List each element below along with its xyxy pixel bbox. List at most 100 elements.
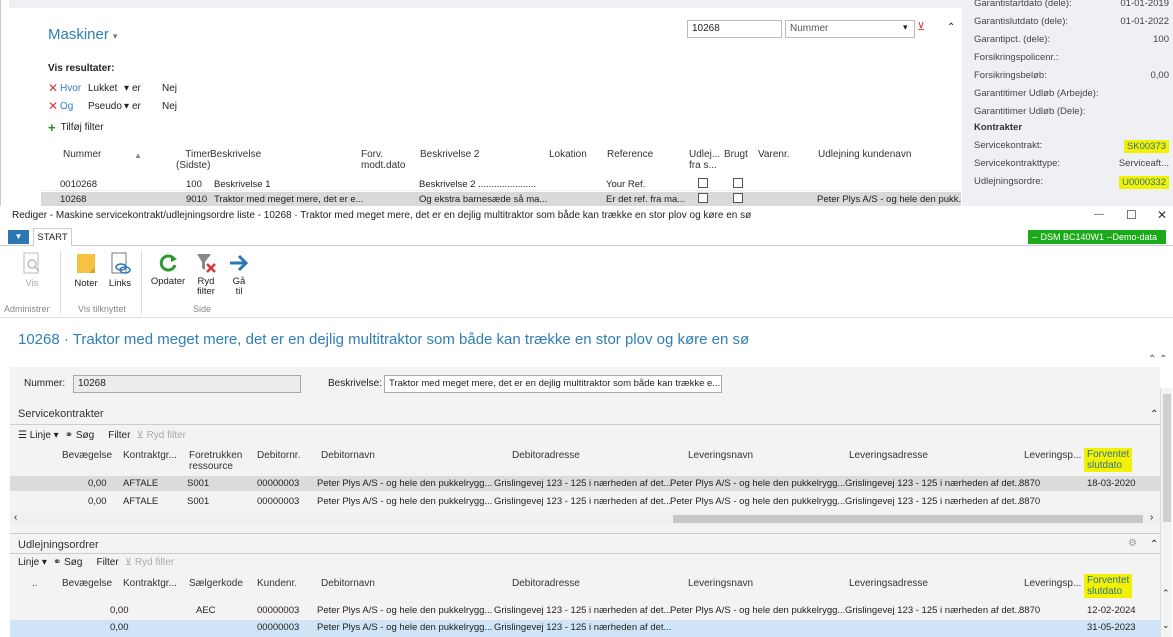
col-header-bevaegelse[interactable]: Bevægelse — [62, 450, 112, 461]
col-header-leveringsp[interactable]: Leveringsp... — [1024, 450, 1081, 461]
checkbox-brugt[interactable] — [733, 178, 743, 188]
scroll-up-icon[interactable]: ⌃ — [1162, 588, 1170, 599]
maximize-button[interactable]: ☐ — [1126, 208, 1137, 222]
search-field-select[interactable]: Nummer — [785, 20, 915, 38]
ga-til-button[interactable]: Gå til — [226, 252, 252, 297]
col-header-debitornavn[interactable]: Debitornavn — [321, 450, 375, 461]
servicekontrakter-title[interactable]: Servicekontrakter — [18, 408, 104, 420]
table-row[interactable]: 0010268 100 Beskrivelse 1 Beskrivelse 2 … — [41, 177, 961, 191]
cell-debitornr: 00000003 — [257, 496, 300, 507]
factbox-key: Forsikringspolicenr.: — [974, 52, 1059, 63]
filter-field[interactable]: Lukket — [88, 83, 124, 94]
col-header-udlejet[interactable]: Udlej... fra s... — [689, 149, 720, 171]
collapse-icon[interactable]: ⌃ — [947, 22, 955, 33]
list-title[interactable]: Maskiner ▾ — [48, 26, 117, 43]
col-header-debitoradresse[interactable]: Debitoradresse — [512, 578, 580, 589]
col-header-lokation[interactable]: Lokation — [549, 149, 587, 160]
scrollbar-thumb[interactable] — [1163, 394, 1171, 522]
ryd-filter-button[interactable]: Ryd filter — [192, 252, 220, 297]
opdater-button[interactable]: Opdater — [148, 252, 188, 287]
filter-value[interactable]: Nej — [162, 101, 177, 112]
col-header-beskrivelse2[interactable]: Beskrivelse 2 — [420, 149, 479, 160]
scroll-right-icon[interactable]: › — [1150, 512, 1153, 523]
collapse-icon[interactable]: ⌃ — [1150, 409, 1158, 420]
col-header-nummer[interactable]: Nummer — [63, 149, 101, 160]
col-header-debitoradresse[interactable]: Debitoradresse — [512, 450, 580, 461]
col-header-saelgerkode[interactable]: Sælgerkode — [189, 578, 243, 589]
col-header-leveringsadresse[interactable]: Leveringsadresse — [849, 450, 928, 461]
chevron-down-icon[interactable]: ▾ — [903, 22, 908, 33]
arrow-right-icon — [230, 254, 249, 272]
cell-beskrivelse2: Og ekstra barnesæde så ma... — [419, 194, 548, 205]
table-row-selected[interactable]: 10268 9010 Traktor med meget mere, det e… — [41, 192, 966, 206]
col-header-forventet-slutdato[interactable]: Forventet slutdato — [1084, 574, 1133, 598]
col-header-foretrukken[interactable]: Foretrukken ressource — [189, 450, 242, 472]
clear-filter-icon[interactable]: ⊻ — [917, 20, 925, 33]
tab-start[interactable]: START — [33, 228, 72, 247]
ryd-filter-button[interactable]: ⊻ Ryd filter — [125, 557, 175, 568]
col-header-leveringsnavn[interactable]: Leveringsnavn — [688, 578, 753, 589]
linje-button[interactable]: ☰ Linje ▾ — [18, 430, 59, 441]
chevron-down-icon[interactable]: ▾ — [124, 101, 132, 112]
col-header-leveringsp[interactable]: Leveringsp... — [1024, 578, 1081, 589]
ryd-filter-button[interactable]: ⊻ Ryd filter — [136, 430, 186, 441]
col-header-forventet-slutdato[interactable]: Forventet slutdato — [1084, 448, 1133, 472]
col-header-kontraktgr[interactable]: Kontraktgr... — [123, 450, 177, 461]
col-header-bevaegelse[interactable]: Bevægelse — [62, 578, 112, 589]
remove-filter-icon[interactable]: ✕ — [48, 99, 60, 113]
checkbox-udlejet[interactable] — [698, 193, 708, 203]
col-header-udlejning-kundenavn[interactable]: Udlejning kundenavn — [818, 149, 911, 160]
search-input[interactable]: 10268 — [687, 20, 782, 38]
sog-button[interactable]: ⚭ Søg — [65, 430, 95, 441]
add-filter-button[interactable]: + Tilføj filter — [48, 120, 104, 135]
col-header-kundenr[interactable]: Kundenr. — [257, 578, 297, 589]
col-header-timer[interactable]: Timer (Sidste) — [176, 149, 210, 171]
scroll-left-icon[interactable]: ‹ — [14, 512, 17, 523]
links-button[interactable]: Links — [106, 252, 134, 289]
col-header-varenr[interactable]: Varenr. — [758, 149, 790, 160]
settings-icon[interactable]: ⚙ — [1128, 538, 1137, 549]
minimize-button[interactable]: — — [1094, 209, 1104, 220]
servicekontrakt-link[interactable]: SK00373 — [1123, 140, 1169, 153]
col-header-reference[interactable]: Reference — [607, 149, 653, 160]
col-header-forv[interactable]: Forv. modt.dato — [361, 149, 405, 171]
vis-button[interactable]: Vis — [18, 252, 46, 289]
chevron-down-icon[interactable]: ▾ — [113, 31, 118, 41]
udlejningsordre-link[interactable]: U0000332 — [1119, 176, 1169, 189]
filter-button[interactable]: Filter — [96, 557, 118, 568]
col-header-debitornr[interactable]: Debitornr. — [257, 450, 300, 461]
filter-field[interactable]: Pseudo — [88, 101, 124, 112]
scroll-down-icon[interactable]: ⌄ — [1162, 620, 1170, 631]
col-header-beskrivelse[interactable]: Beskrivelse — [210, 149, 261, 160]
noter-button[interactable]: Noter — [72, 252, 100, 289]
chevron-down-icon[interactable]: ▾ — [124, 83, 132, 94]
vertical-scrollbar[interactable]: ⌃ ⌄ — [1160, 388, 1172, 637]
udlejningsordrer-title[interactable]: Udlejningsordrer — [18, 539, 99, 551]
sog-button[interactable]: ⚭ Søg — [53, 557, 83, 568]
linje-button[interactable]: Linje ▾ — [18, 557, 47, 568]
filter-value[interactable]: Nej — [162, 83, 177, 94]
table-row-selected[interactable]: 0,00 00000003 Peter Plys A/S - og hele d… — [10, 620, 1160, 637]
collapse-icon[interactable]: ⌃ — [1150, 539, 1158, 550]
table-row[interactable]: 0,00 AFTALE S001 00000003 Peter Plys A/S… — [10, 494, 1160, 509]
nummer-field[interactable]: 10268 — [73, 375, 301, 393]
col-header-debitornavn[interactable]: Debitornavn — [321, 578, 375, 589]
col-header-selector[interactable]: .. — [32, 578, 38, 589]
col-header-brugt[interactable]: Brugt — [724, 149, 748, 160]
table-row-selected[interactable]: 0,00 AFTALE S001 00000003 Peter Plys A/S… — [10, 476, 1160, 491]
close-button[interactable]: ✕ — [1157, 208, 1167, 222]
horizontal-scrollbar[interactable]: ‹ › — [10, 512, 1160, 525]
col-header-leveringsadresse[interactable]: Leveringsadresse — [849, 578, 928, 589]
filter-button[interactable]: Filter — [108, 430, 130, 441]
remove-filter-icon[interactable]: ✕ — [48, 81, 60, 95]
cell-nummer: 0010268 — [60, 179, 97, 190]
col-header-leveringsnavn[interactable]: Leveringsnavn — [688, 450, 753, 461]
file-menu-button[interactable]: ▼ — [8, 230, 29, 244]
scrollbar-thumb[interactable] — [673, 515, 1143, 523]
collapse-icon[interactable]: ⌃ ⌃ — [1148, 354, 1168, 365]
checkbox-udlejet[interactable] — [698, 178, 708, 188]
col-header-kontraktgr[interactable]: Kontraktgr... — [123, 578, 177, 589]
table-row[interactable]: 0,00 AEC 00000003 Peter Plys A/S - og he… — [10, 603, 1160, 618]
checkbox-brugt[interactable] — [733, 193, 743, 203]
beskrivelse-field[interactable]: Traktor med meget mere, det er en dejlig… — [384, 375, 722, 393]
